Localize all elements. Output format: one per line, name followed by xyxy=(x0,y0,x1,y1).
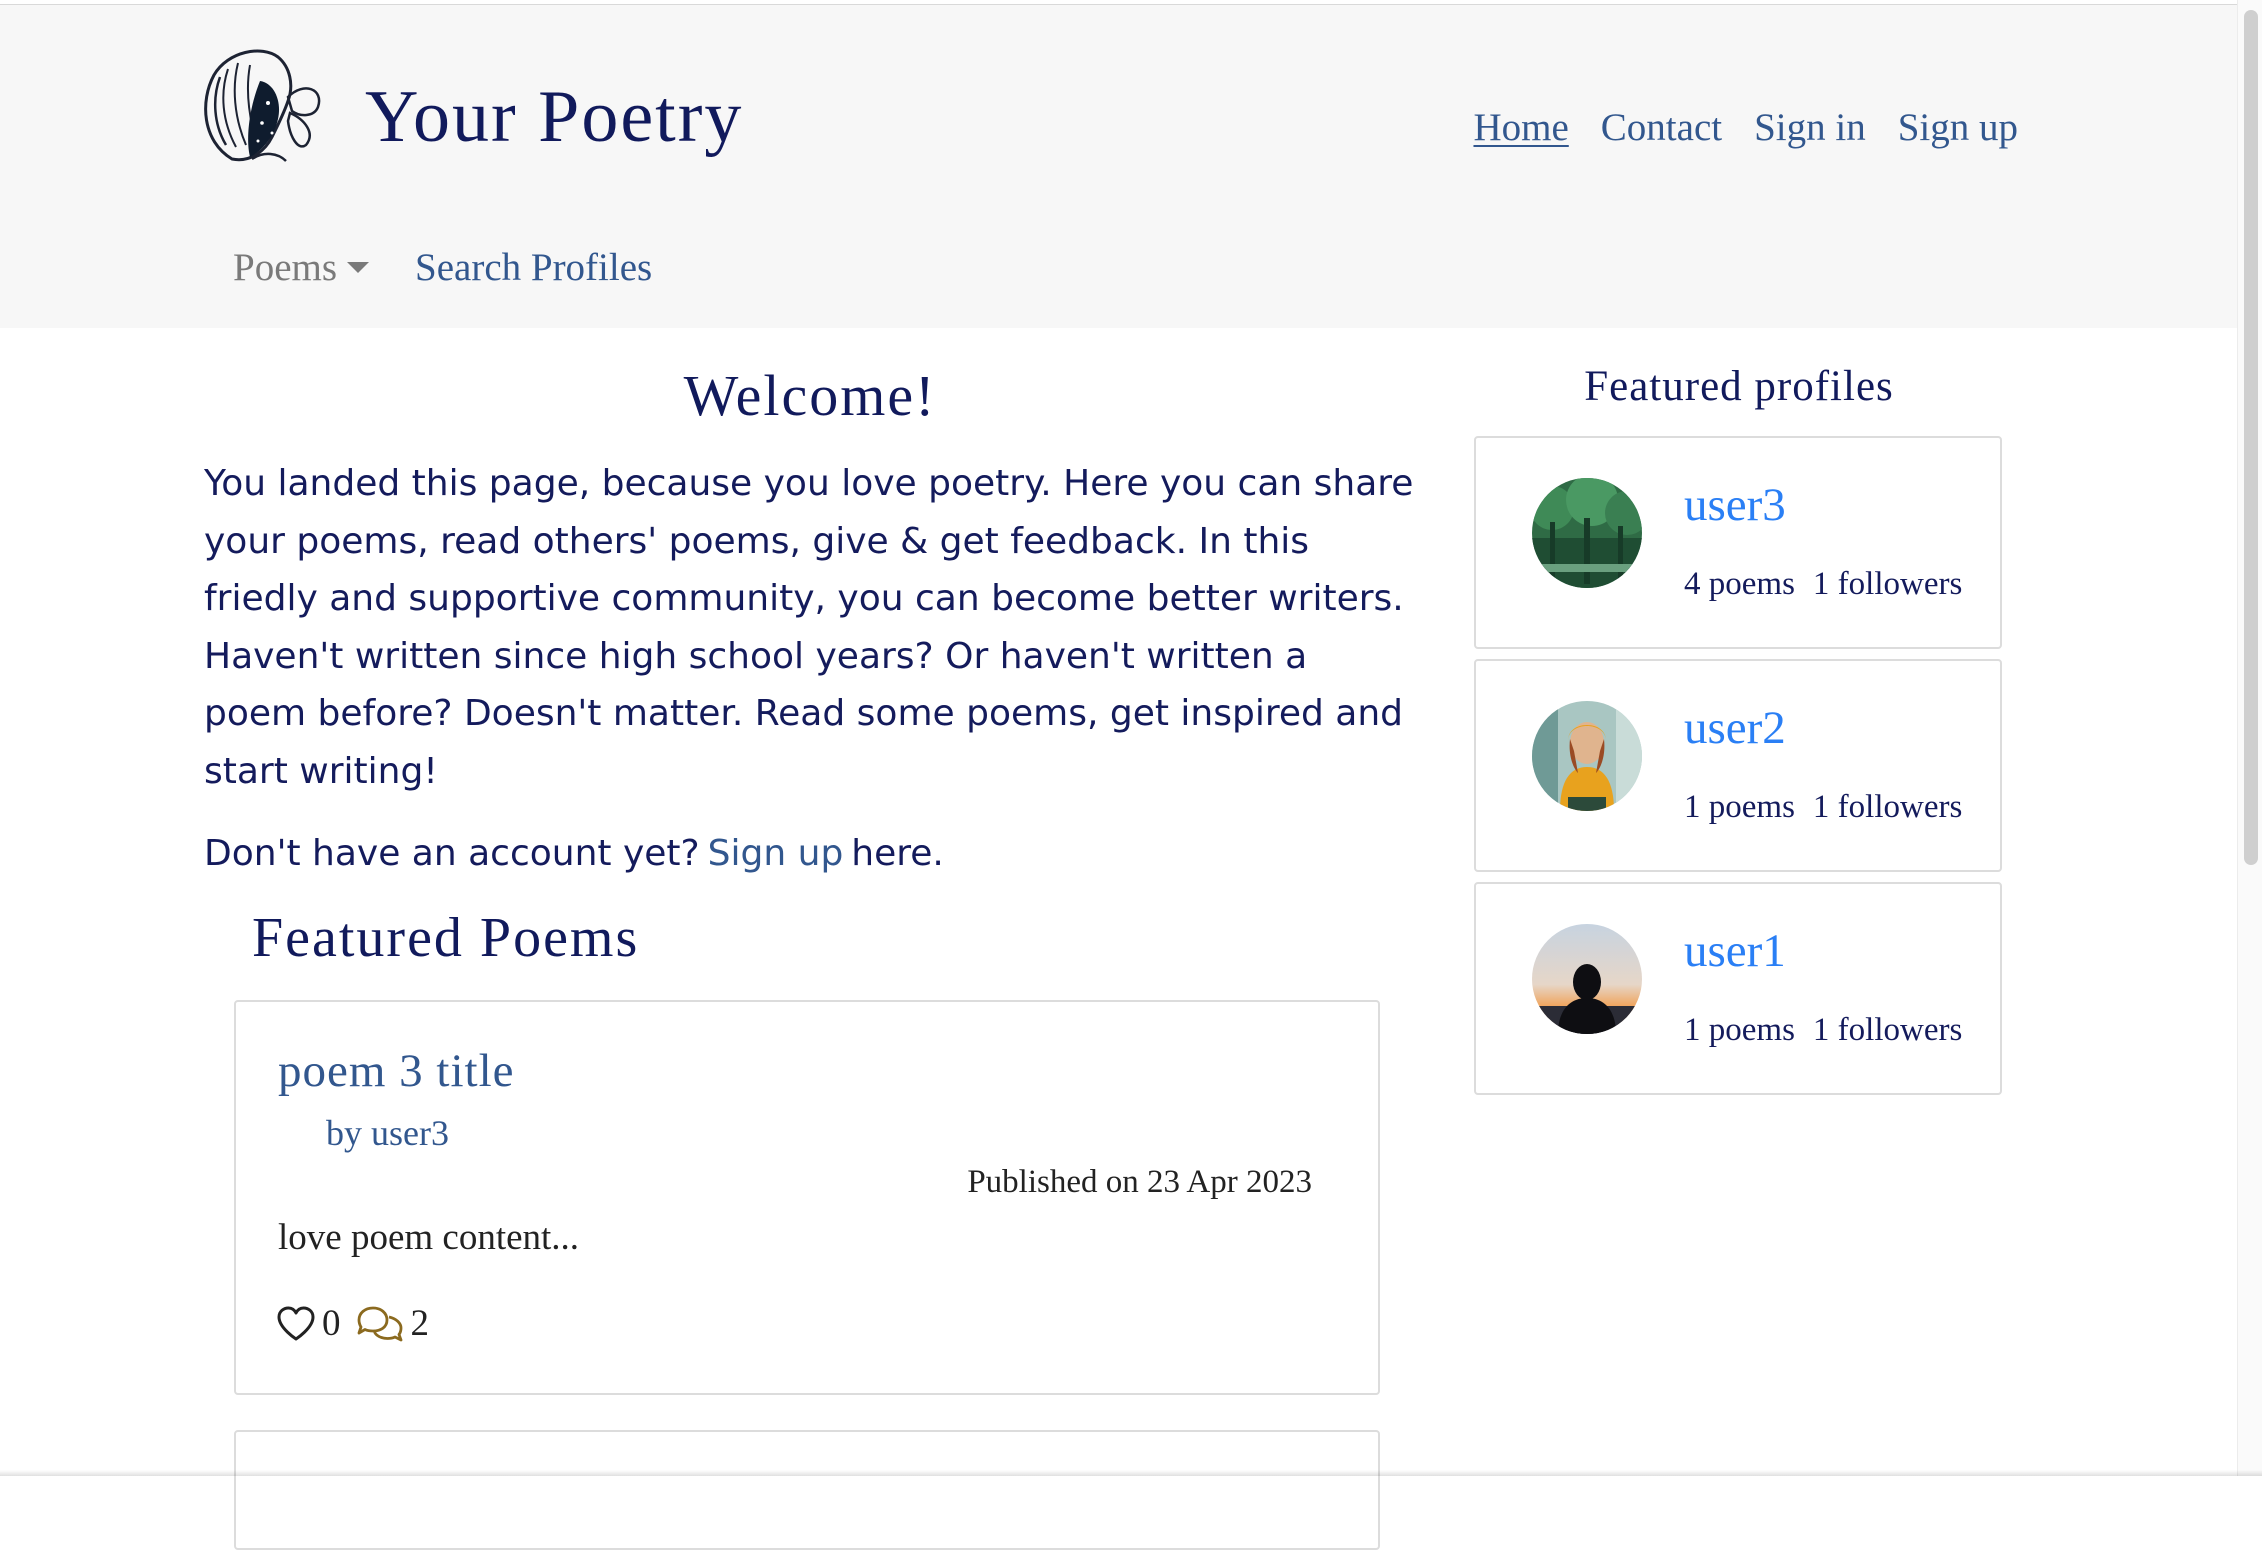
profile-follower-count: 1 followers xyxy=(1812,566,1963,602)
silhouette-sunset-avatar xyxy=(1532,924,1642,1034)
scrollbar-thumb[interactable] xyxy=(2244,10,2258,865)
poem-published-date: Published on 23 Apr 2023 xyxy=(967,1164,1312,1200)
featured-profiles-heading: Featured profiles xyxy=(1584,363,1894,410)
like-count: 0 xyxy=(322,1303,341,1344)
site-header: Your Poetry Home Contact Sign in Sign up… xyxy=(0,4,2238,328)
comment-count: 2 xyxy=(410,1303,430,1344)
search-profiles-link[interactable]: Search Profiles xyxy=(415,245,652,290)
comments-button[interactable]: 2 xyxy=(355,1302,444,1345)
poem-card: poem 3 title by user3 Published on 23 Ap… xyxy=(234,1000,1380,1395)
signup-prompt-suffix: here. xyxy=(851,833,944,874)
window-bottom-edge xyxy=(0,1470,2262,1476)
profile-username[interactable]: user1 xyxy=(1684,924,1786,978)
profile-poem-count: 1 poems xyxy=(1684,789,1795,825)
poem-author-link[interactable]: by user3 xyxy=(326,1112,449,1154)
poem-card xyxy=(234,1430,1380,1550)
featured-poems-heading: Featured Poems xyxy=(252,907,640,969)
welcome-heading: Welcome! xyxy=(683,363,937,428)
signup-inline-link[interactable]: Sign up xyxy=(708,833,844,874)
top-navigation: Home Contact Sign in Sign up xyxy=(1473,105,2018,150)
profile-stats: 1 poems 1 followers xyxy=(1684,1012,1962,1049)
woman-yellow-hoodie-avatar xyxy=(1532,701,1642,811)
forest-avatar xyxy=(1532,478,1642,588)
nav-sign-up-link[interactable]: Sign up xyxy=(1898,105,2018,150)
nav-contact-link[interactable]: Contact xyxy=(1601,105,1722,150)
poems-dropdown-label: Poems xyxy=(233,246,338,289)
nav-home-link[interactable]: Home xyxy=(1473,105,1568,150)
heart-outline-icon xyxy=(276,1306,316,1342)
profile-follower-count: 1 followers xyxy=(1812,789,1963,825)
profile-follower-count: 1 followers xyxy=(1812,1012,1963,1048)
chat-bubbles-icon xyxy=(355,1305,405,1343)
profile-poem-count: 1 poems xyxy=(1684,1012,1795,1048)
nav-sign-in-link[interactable]: Sign in xyxy=(1754,105,1866,150)
poem-stats: 0 2 xyxy=(276,1302,443,1345)
secondary-navigation: Poems Search Profiles xyxy=(233,245,652,290)
profile-card-user1[interactable]: user1 1 poems 1 followers xyxy=(1474,882,2002,1095)
like-button[interactable]: 0 xyxy=(276,1302,355,1345)
poem-excerpt: love poem content... xyxy=(278,1217,580,1258)
profile-card-user2[interactable]: user2 1 poems 1 followers xyxy=(1474,659,2002,872)
signup-prompt-prefix: Don't have an account yet? xyxy=(204,833,700,874)
logo-woman-butterfly-icon[interactable] xyxy=(192,41,330,175)
profile-username[interactable]: user3 xyxy=(1684,478,1786,532)
poem-title-link[interactable]: poem 3 title xyxy=(278,1044,515,1098)
welcome-text: You landed this page, because you love p… xyxy=(204,463,1414,792)
poems-dropdown[interactable]: Poems xyxy=(233,245,370,290)
profile-card-user3[interactable]: user3 4 poems 1 followers xyxy=(1474,436,2002,649)
signup-prompt: Don't have an account yet? Sign up here. xyxy=(204,833,944,874)
site-title[interactable]: Your Poetry xyxy=(365,75,743,160)
caret-down-icon xyxy=(347,262,370,273)
page-scrollbar[interactable] xyxy=(2237,0,2262,1476)
profile-stats: 4 poems 1 followers xyxy=(1684,566,1962,603)
profile-stats: 1 poems 1 followers xyxy=(1684,789,1962,826)
profile-poem-count: 4 poems xyxy=(1684,566,1795,602)
profile-username[interactable]: user2 xyxy=(1684,701,1786,755)
